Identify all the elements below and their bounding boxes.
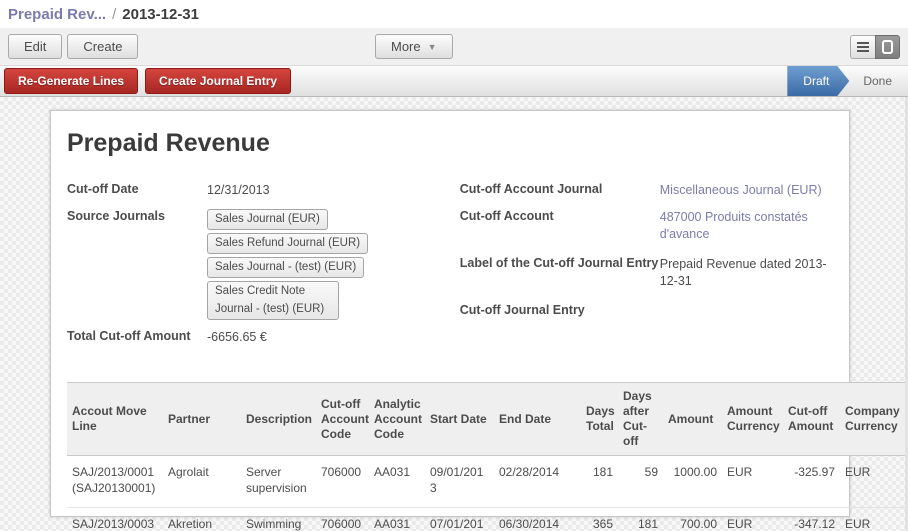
statusbar: Re-Generate Lines Create Journal Entry D… bbox=[0, 66, 908, 97]
table-row[interactable]: SAJ/2013/0001 (SAJ20130001) Agrolait Ser… bbox=[67, 456, 905, 507]
total-cutoff-amount-label: Total Cut-off Amount bbox=[67, 327, 207, 347]
cell-description: Swimming lessons bbox=[241, 507, 316, 532]
breadcrumb: Prepaid Rev... / 2013-12-31 bbox=[0, 0, 908, 28]
more-button-label: More bbox=[391, 39, 421, 54]
column-header: Amount Currency bbox=[722, 383, 783, 456]
column-header: Analytic Account Code bbox=[369, 383, 425, 456]
source-journals-value: Sales Journal (EUR) Sales Refund Journal… bbox=[207, 207, 460, 320]
column-header: Amount bbox=[663, 383, 722, 456]
status-done: Done bbox=[849, 66, 908, 96]
create-journal-entry-button[interactable]: Create Journal Entry bbox=[145, 68, 291, 94]
cutoff-account-journal-label: Cut-off Account Journal bbox=[460, 180, 660, 200]
journal-tag: Sales Refund Journal (EUR) bbox=[207, 233, 368, 254]
field-cutoff-account-journal: Cut-off Account Journal Miscellaneous Jo… bbox=[460, 180, 833, 200]
field-cutoff-journal-entry: Cut-off Journal Entry bbox=[460, 301, 833, 317]
breadcrumb-current: 2013-12-31 bbox=[122, 6, 199, 23]
page-title: Prepaid Revenue bbox=[67, 129, 833, 158]
regenerate-lines-button[interactable]: Re-Generate Lines bbox=[4, 68, 138, 94]
cell-amount: 1000.00 bbox=[663, 456, 722, 507]
cell-days-total: 365 bbox=[581, 507, 618, 532]
cell-company-currency: EUR bbox=[840, 456, 905, 507]
cell-move-line: SAJ/2013/0003 (SAJ20130003) bbox=[67, 507, 163, 532]
column-header: Days after Cut-off bbox=[618, 383, 663, 456]
cutoff-account-journal-link[interactable]: Miscellaneous Journal (EUR) bbox=[660, 180, 833, 200]
form-sheet: Prepaid Revenue Cut-off Date 12/31/2013 … bbox=[50, 110, 850, 517]
more-button[interactable]: More ▼ bbox=[375, 34, 453, 59]
form-icon bbox=[882, 40, 893, 54]
cell-cutoff-amount: -347.12 bbox=[783, 507, 840, 532]
cell-company-currency: EUR bbox=[840, 507, 905, 532]
source-journal-tags: Sales Journal (EUR) Sales Refund Journal… bbox=[207, 209, 459, 320]
cutoff-date-value: 12/31/2013 bbox=[207, 180, 460, 200]
cell-amount-currency: EUR bbox=[722, 456, 783, 507]
source-journals-label: Source Journals bbox=[67, 207, 207, 320]
cell-partner: Akretion bbox=[163, 507, 241, 532]
cutoff-journal-entry-label: Cut-off Journal Entry bbox=[460, 301, 660, 317]
journal-tag: Sales Journal - (test) (EUR) bbox=[207, 257, 364, 278]
form-column-right: Cut-off Account Journal Miscellaneous Jo… bbox=[460, 180, 833, 356]
cutoff-date-label: Cut-off Date bbox=[67, 180, 207, 200]
total-cutoff-amount-value: -6656.65 € bbox=[207, 327, 460, 347]
cell-end-date: 02/28/2014 bbox=[494, 456, 581, 507]
list-icon bbox=[857, 46, 869, 48]
cell-move-line: SAJ/2013/0001 (SAJ20130001) bbox=[67, 456, 163, 507]
field-source-journals: Source Journals Sales Journal (EUR) Sale… bbox=[67, 207, 460, 320]
cell-cutoff-amount: -325.97 bbox=[783, 456, 840, 507]
cutoff-lines-table: Accout Move Line Partner Description Cut… bbox=[67, 382, 905, 532]
cell-start-date: 07/01/2013 bbox=[425, 507, 494, 532]
cell-start-date: 09/01/2013 bbox=[425, 456, 494, 507]
field-cutoff-date: Cut-off Date 12/31/2013 bbox=[67, 180, 460, 200]
field-journal-entry-label: Label of the Cut-off Journal Entry Prepa… bbox=[460, 254, 833, 291]
content-background: Prepaid Revenue Cut-off Date 12/31/2013 … bbox=[0, 97, 908, 531]
create-button[interactable]: Create bbox=[67, 34, 138, 59]
cell-amount: 700.00 bbox=[663, 507, 722, 532]
edit-button[interactable]: Edit bbox=[8, 34, 62, 59]
cell-partner: Agrolait bbox=[163, 456, 241, 507]
cell-days-after: 181 bbox=[618, 507, 663, 532]
form-view-button[interactable] bbox=[875, 35, 900, 59]
action-toolbar: Edit Create More ▼ bbox=[0, 28, 908, 66]
view-switcher bbox=[850, 35, 900, 59]
cell-analytic-code: AA031 bbox=[369, 507, 425, 532]
journal-entry-label-value: Prepaid Revenue dated 2013-12-31 bbox=[660, 254, 833, 291]
status-draft: Draft bbox=[787, 66, 849, 96]
cell-days-total: 181 bbox=[581, 456, 618, 507]
cutoff-account-label: Cut-off Account bbox=[460, 207, 660, 244]
cell-account-code: 706000 bbox=[316, 507, 369, 532]
cell-end-date: 06/30/2014 bbox=[494, 507, 581, 532]
table-header-row: Accout Move Line Partner Description Cut… bbox=[67, 383, 905, 456]
cutoff-journal-entry-value bbox=[660, 301, 833, 317]
status-indicator: Draft Done bbox=[787, 66, 908, 96]
column-header: End Date bbox=[494, 383, 581, 456]
column-header: Days Total bbox=[581, 383, 618, 456]
form-fields: Cut-off Date 12/31/2013 Source Journals … bbox=[67, 180, 833, 356]
journal-tag: Sales Journal (EUR) bbox=[207, 209, 328, 230]
cell-account-code: 706000 bbox=[316, 456, 369, 507]
journal-entry-label-label: Label of the Cut-off Journal Entry bbox=[460, 254, 660, 291]
cell-description: Server supervision bbox=[241, 456, 316, 507]
field-total-cutoff-amount: Total Cut-off Amount -6656.65 € bbox=[67, 327, 460, 347]
column-header: Accout Move Line bbox=[67, 383, 163, 456]
breadcrumb-separator: / bbox=[112, 6, 116, 23]
table-row[interactable]: SAJ/2013/0003 (SAJ20130003) Akretion Swi… bbox=[67, 507, 905, 532]
column-header: Partner bbox=[163, 383, 241, 456]
form-column-left: Cut-off Date 12/31/2013 Source Journals … bbox=[67, 180, 460, 356]
chevron-down-icon: ▼ bbox=[428, 42, 437, 52]
column-header: Description bbox=[241, 383, 316, 456]
column-header: Company Currency bbox=[840, 383, 905, 456]
cell-amount-currency: EUR bbox=[722, 507, 783, 532]
column-header: Cut-off Account Code bbox=[316, 383, 369, 456]
cutoff-account-link[interactable]: 487000 Produits constatés d'avance bbox=[660, 207, 833, 244]
journal-tag: Sales Credit Note Journal - (test) (EUR) bbox=[207, 281, 339, 320]
column-header: Start Date bbox=[425, 383, 494, 456]
cell-days-after: 59 bbox=[618, 456, 663, 507]
column-header: Cut-off Amount bbox=[783, 383, 840, 456]
cell-analytic-code: AA031 bbox=[369, 456, 425, 507]
field-cutoff-account: Cut-off Account 487000 Produits constaté… bbox=[460, 207, 833, 244]
breadcrumb-parent-link[interactable]: Prepaid Rev... bbox=[8, 6, 106, 23]
list-view-button[interactable] bbox=[850, 35, 875, 59]
